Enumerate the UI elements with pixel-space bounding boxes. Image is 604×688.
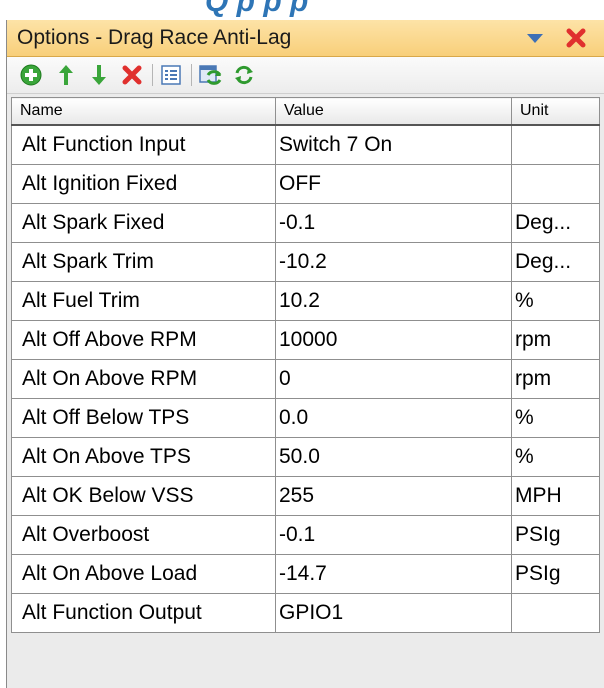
unit-cell[interactable]: Deg... [511,242,600,282]
name-cell[interactable]: Alt Fuel Trim [11,281,276,321]
value-cell[interactable]: -0.1 [275,515,512,555]
table-row[interactable]: Alt Ignition Fixed OFF [11,164,600,204]
value-cell[interactable]: 50.0 [275,437,512,477]
table-row[interactable]: Alt On Above RPM 0 rpm [11,359,600,399]
delete-icon[interactable] [118,61,146,89]
unit-cell[interactable]: % [511,437,600,477]
refresh-table-icon[interactable] [196,61,224,89]
refresh-icon[interactable] [230,61,258,89]
unit-cell[interactable]: rpm [511,359,600,399]
unit-cell[interactable]: % [511,281,600,321]
value-cell[interactable]: 10.2 [275,281,512,321]
name-cell[interactable]: Alt Function Output [11,593,276,633]
table-row[interactable]: Alt Fuel Trim 10.2% [11,281,600,321]
table-row[interactable]: Alt Spark Trim -10.2 Deg... [11,242,600,282]
unit-cell[interactable] [511,593,600,633]
name-cell[interactable]: Alt OK Below VSS [11,476,276,516]
table-row[interactable]: Alt Off Above RPM 10000 rpm [11,320,600,360]
name-cell[interactable]: Alt Ignition Fixed [11,164,276,204]
toolbar-separator [191,64,192,86]
table-row[interactable]: Alt Function Output GPIO1 [11,593,600,633]
top-clipped-strip: Q p p p [0,0,604,20]
property-grid: Name Value Unit Alt Function Input Switch… [11,97,600,633]
window-menu-dropdown-icon[interactable] [527,34,543,43]
unit-cell[interactable] [511,164,600,204]
close-icon[interactable] [561,23,591,53]
move-up-icon[interactable] [52,61,80,89]
move-down-icon[interactable] [85,61,113,89]
name-cell[interactable]: Alt On Above Load [11,554,276,594]
unit-cell[interactable]: rpm [511,320,600,360]
options-window: Options - Drag Race Anti-Lag Name Value … [6,20,604,688]
toolbar [7,57,604,94]
title-bar[interactable]: Options - Drag Race Anti-Lag [7,20,604,57]
table-row[interactable]: Alt Overboost -0.1 PSIg [11,515,600,555]
header-row: Name Value Unit [11,97,600,126]
unit-cell[interactable]: MPH [511,476,600,516]
column-header-value[interactable]: Value [275,97,512,126]
unit-cell[interactable]: % [511,398,600,438]
value-cell[interactable]: -10.2 [275,242,512,282]
table-row[interactable]: Alt On Above TPS 50.0% [11,437,600,477]
list-icon[interactable] [157,61,185,89]
table-row[interactable]: Alt Function Input Switch 7 On [11,124,600,165]
value-cell[interactable]: 0 [275,359,512,399]
name-cell[interactable]: Alt On Above RPM [11,359,276,399]
value-cell[interactable]: -0.1 [275,203,512,243]
value-cell[interactable]: GPIO1 [275,593,512,633]
window-title: Options - Drag Race Anti-Lag [17,26,292,49]
name-cell[interactable]: Alt Off Below TPS [11,398,276,438]
table-row[interactable]: Alt OK Below VSS 255 MPH [11,476,600,516]
value-cell[interactable]: 0.0 [275,398,512,438]
unit-cell[interactable]: PSIg [511,515,600,555]
add-icon[interactable] [17,61,45,89]
unit-cell[interactable]: PSIg [511,554,600,594]
name-cell[interactable]: Alt On Above TPS [11,437,276,477]
property-grid-area: Name Value Unit Alt Function Input Switch… [7,94,604,688]
name-cell[interactable]: Alt Spark Fixed [11,203,276,243]
value-cell[interactable]: -14.7 [275,554,512,594]
column-header-name[interactable]: Name [11,97,276,126]
name-cell[interactable]: Alt Overboost [11,515,276,555]
table-row[interactable]: Alt Spark Fixed -0.1 Deg... [11,203,600,243]
table-row[interactable]: Alt On Above Load -14.7 PSIg [11,554,600,594]
value-cell[interactable]: OFF [275,164,512,204]
unit-cell[interactable] [511,124,600,165]
name-cell[interactable]: Alt Function Input [11,124,276,165]
value-cell[interactable]: 10000 [275,320,512,360]
column-header-unit[interactable]: Unit [511,97,600,126]
unit-cell[interactable]: Deg... [511,203,600,243]
toolbar-separator [152,64,153,86]
name-cell[interactable]: Alt Spark Trim [11,242,276,282]
clipped-heading-text: Q p p p [205,0,309,18]
value-cell[interactable]: Switch 7 On [275,124,512,165]
name-cell[interactable]: Alt Off Above RPM [11,320,276,360]
table-row[interactable]: Alt Off Below TPS 0.0% [11,398,600,438]
value-cell[interactable]: 255 [275,476,512,516]
